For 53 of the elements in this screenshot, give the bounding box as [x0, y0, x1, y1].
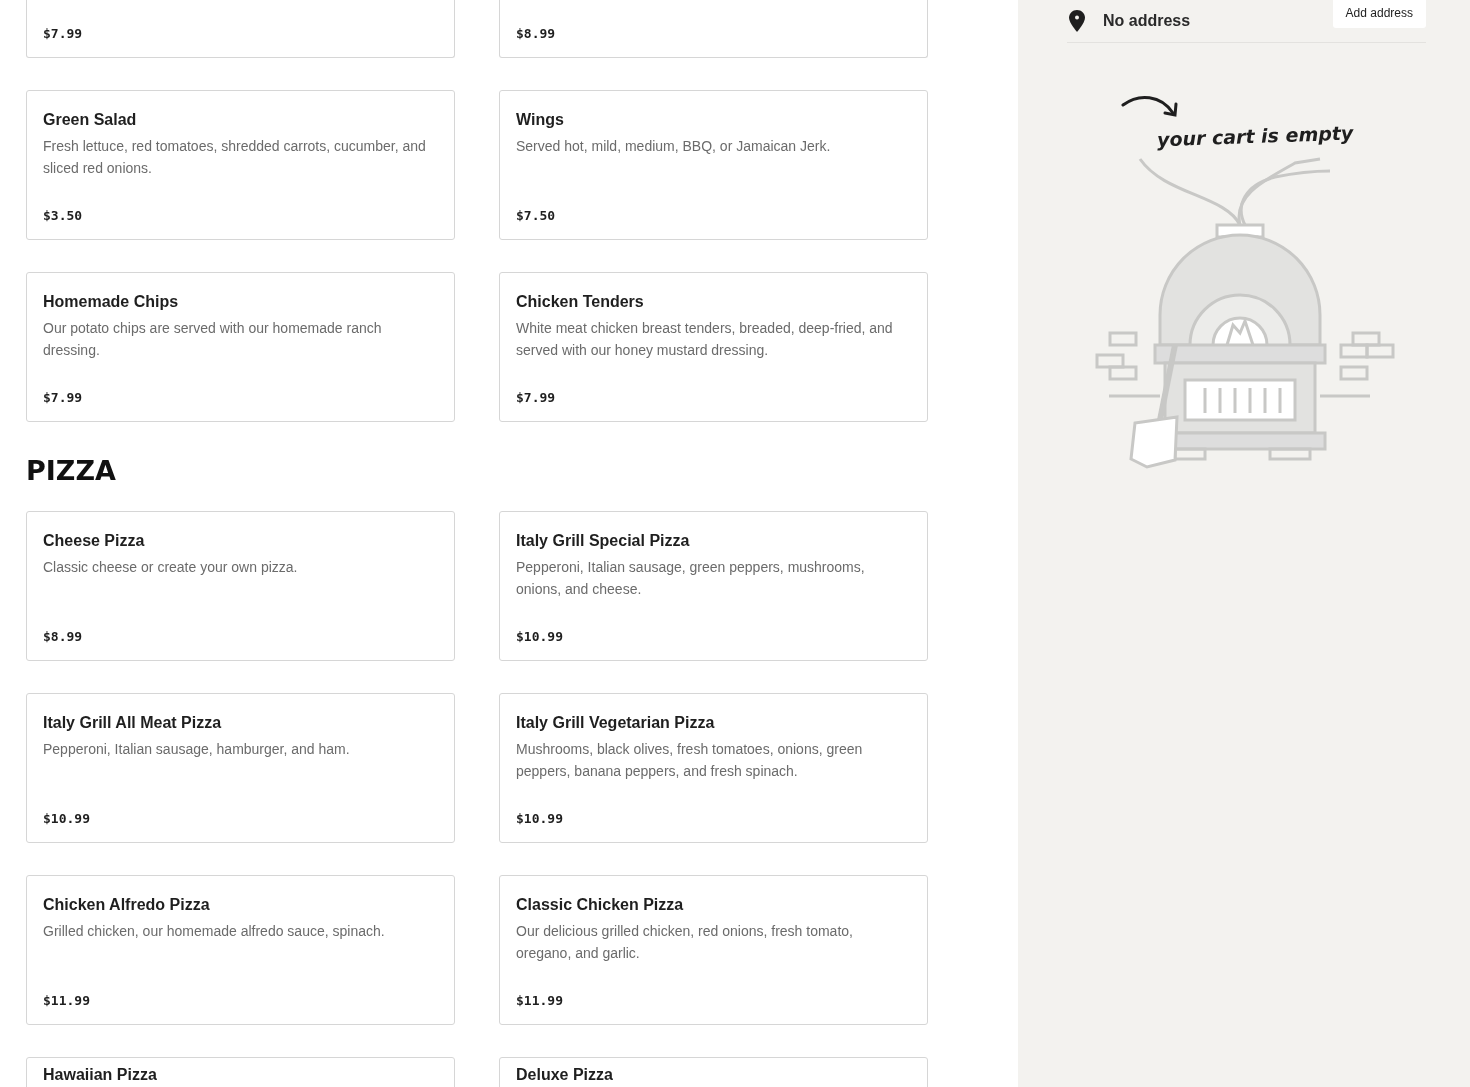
item-name: Wings	[516, 111, 565, 129]
menu-item-card[interactable]: Italy Grill Vegetarian Pizza Mushrooms, black olives, fresh tomatoes, onions, green peppers, banana peppers, and fresh spinach. $10.99	[499, 693, 928, 843]
empty-cart-message: your cart is empty	[1156, 121, 1354, 151]
item-name: Chicken Tenders	[516, 293, 645, 311]
menu-item-card[interactable]: Deluxe Pizza	[499, 1057, 928, 1087]
item-name: Cheese Pizza	[43, 532, 146, 550]
location-pin-icon	[1069, 10, 1085, 32]
item-description: Grilled chicken, our homemade alfredo sauce, spinach.	[43, 922, 386, 941]
item-description: Fresh lettuce, red tomatoes, shredded carrots, cucumber, and sliced red onions.	[43, 137, 427, 178]
menu-item-card[interactable]: $8.99	[499, 0, 928, 58]
item-name: Chicken Alfredo Pizza	[43, 896, 211, 914]
item-description: White meat chicken breast tenders, breaded, deep-fried, and served with our honey mustard dressing.	[516, 319, 894, 360]
menu-item-card[interactable]: Italy Grill Special Pizza Pepperoni, Italian sausage, green peppers, mushrooms, onions, and cheese. $10.99	[499, 511, 928, 661]
item-price: $3.50	[43, 208, 84, 223]
item-price: $8.99	[516, 26, 557, 41]
menu-item-card[interactable]: Homemade Chips Our potato chips are served with our homemade ranch dressing. $7.99	[26, 272, 455, 422]
item-price: $7.50	[516, 208, 557, 223]
item-price: $11.99	[43, 993, 91, 1008]
item-name: Green Salad	[43, 111, 138, 129]
menu-item-card[interactable]: Green Salad Fresh lettuce, red tomatoes, shredded carrots, cucumber, and sliced red onions. $3.50	[26, 90, 455, 240]
menu-item-card[interactable]: $7.99	[26, 0, 455, 58]
item-description: Mushrooms, black olives, fresh tomatoes, onions, green peppers, banana peppers, and fresh spinach.	[516, 740, 864, 781]
menu-item-card[interactable]: Chicken Tenders White meat chicken breast tenders, breaded, deep-fried, and served with our honey mustard dressing. $7.99	[499, 272, 928, 422]
item-name: Hawaiian Pizza	[43, 1066, 158, 1084]
item-price: $10.99	[516, 629, 564, 644]
item-price: $8.99	[43, 629, 84, 644]
item-name: Italy Grill Special Pizza	[516, 532, 691, 550]
item-description: Our potato chips are served with our homemade ranch dressing.	[43, 319, 383, 360]
item-name: Homemade Chips	[43, 293, 180, 311]
item-price: $10.99	[516, 811, 564, 826]
item-description: Classic cheese or create your own pizza.	[43, 558, 299, 577]
item-name: Classic Chicken Pizza	[516, 896, 685, 914]
item-name: Italy Grill Vegetarian Pizza	[516, 714, 716, 732]
menu-item-card[interactable]: Classic Chicken Pizza Our delicious grilled chicken, red onions, fresh tomato, oregano, and garlic. $11.99	[499, 875, 928, 1025]
item-price: $10.99	[43, 811, 91, 826]
item-price: $7.99	[43, 26, 84, 41]
address-text: No address	[1103, 12, 1192, 30]
add-address-button[interactable]: Add address	[1332, 0, 1426, 28]
item-description: Our delicious grilled chicken, red onions, fresh tomato, oregano, and garlic.	[516, 922, 854, 963]
item-price: $11.99	[516, 993, 564, 1008]
item-name: Deluxe Pizza	[516, 1066, 614, 1084]
menu-item-card[interactable]: Hawaiian Pizza	[26, 1057, 455, 1087]
menu-item-card[interactable]: Wings Served hot, mild, medium, BBQ, or Jamaican Jerk. $7.50	[499, 90, 928, 240]
item-description: Pepperoni, Italian sausage, green peppers, mushrooms, onions, and cheese.	[516, 558, 866, 599]
item-description: Served hot, mild, medium, BBQ, or Jamaican Jerk.	[516, 137, 832, 156]
menu-item-card[interactable]: Chicken Alfredo Pizza Grilled chicken, our homemade alfredo sauce, spinach. $11.99	[26, 875, 455, 1025]
menu-item-card[interactable]: Cheese Pizza Classic cheese or create your own pizza. $8.99	[26, 511, 455, 661]
section-heading: PIZZA	[26, 456, 117, 486]
item-name: Italy Grill All Meat Pizza	[43, 714, 223, 732]
item-price: $7.99	[43, 390, 84, 405]
menu-item-card[interactable]: Italy Grill All Meat Pizza Pepperoni, Italian sausage, hamburger, and ham. $10.99	[26, 693, 455, 843]
item-price: $7.99	[516, 390, 557, 405]
item-description: Pepperoni, Italian sausage, hamburger, and ham.	[43, 740, 351, 759]
